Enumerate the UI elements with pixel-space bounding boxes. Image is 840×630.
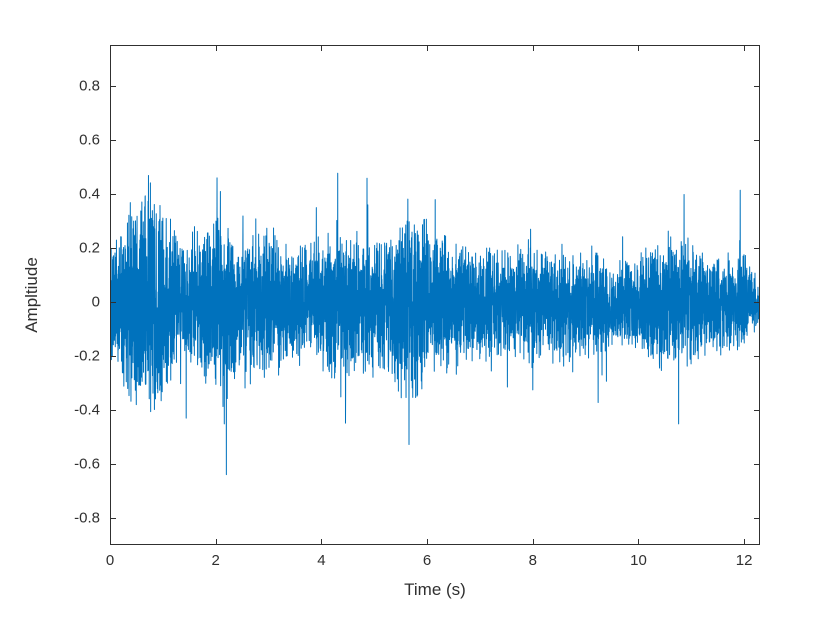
y-tick-mark [110, 248, 116, 249]
x-tick-mark [638, 539, 639, 545]
x-tick-mark [110, 45, 111, 51]
x-tick-label: 6 [423, 552, 431, 569]
y-tick-mark [110, 356, 116, 357]
y-tick-label: -0.2 [40, 347, 100, 364]
y-tick-mark [110, 410, 116, 411]
x-tick-mark [110, 539, 111, 545]
y-tick-mark [110, 86, 116, 87]
y-tick-mark [754, 248, 760, 249]
figure: Ampltiude Time (s) -0.8 -0.6 -0.4 -0.2 0 0.2 0… [0, 0, 840, 630]
y-tick-mark [754, 140, 760, 141]
x-tick-mark [321, 539, 322, 545]
x-tick-mark [216, 539, 217, 545]
y-tick-label: 0 [40, 293, 100, 310]
y-tick-label: -0.4 [40, 401, 100, 418]
x-tick-label: 12 [736, 552, 753, 569]
y-tick-mark [754, 464, 760, 465]
x-tick-label: 10 [630, 552, 647, 569]
y-axis-label: Ampltiude [22, 45, 42, 545]
y-tick-label: 0.2 [40, 239, 100, 256]
y-tick-mark [754, 518, 760, 519]
y-tick-label: 0.4 [40, 185, 100, 202]
y-tick-mark [110, 194, 116, 195]
y-tick-mark [110, 464, 116, 465]
x-tick-mark [427, 45, 428, 51]
y-tick-label: -0.6 [40, 455, 100, 472]
y-tick-label: 0.6 [40, 131, 100, 148]
x-tick-mark [427, 539, 428, 545]
y-tick-mark [110, 140, 116, 141]
x-tick-label: 8 [529, 552, 537, 569]
x-tick-label: 2 [212, 552, 220, 569]
x-tick-mark [744, 539, 745, 545]
y-tick-mark [754, 356, 760, 357]
y-tick-mark [754, 194, 760, 195]
x-tick-mark [744, 45, 745, 51]
y-axis-label-text: Ampltiude [22, 257, 42, 333]
x-tick-mark [216, 45, 217, 51]
y-tick-mark [754, 302, 760, 303]
x-tick-label: 4 [317, 552, 325, 569]
y-tick-mark [110, 518, 116, 519]
y-tick-mark [754, 86, 760, 87]
waveform-line [111, 46, 759, 544]
x-tick-mark [533, 539, 534, 545]
x-axis-label-text: Time (s) [404, 580, 466, 599]
x-tick-mark [533, 45, 534, 51]
plot-axes [110, 45, 760, 545]
y-tick-mark [754, 410, 760, 411]
y-tick-label: 0.8 [40, 77, 100, 94]
y-tick-label: -0.8 [40, 509, 100, 526]
y-tick-mark [110, 302, 116, 303]
x-axis-label: Time (s) [110, 580, 760, 600]
x-tick-mark [638, 45, 639, 51]
x-tick-mark [321, 45, 322, 51]
x-tick-label: 0 [106, 552, 114, 569]
